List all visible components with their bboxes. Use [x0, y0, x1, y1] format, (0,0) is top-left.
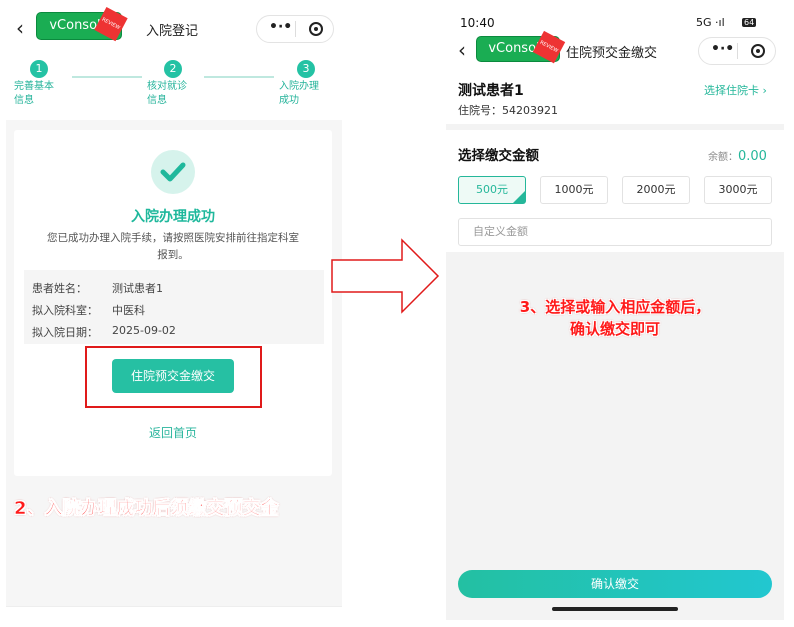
- inpatient-number: 住院号：54203921: [458, 104, 558, 117]
- battery-icon: 64: [742, 18, 757, 27]
- status-time: 10:40: [460, 16, 495, 30]
- vconsole-button[interactable]: vConsole REVIEW: [476, 30, 566, 64]
- confirm-pay-button[interactable]: 确认缴交: [458, 570, 772, 598]
- step-3-circle: 3: [297, 60, 315, 78]
- info-value-dept: 中医科: [112, 304, 145, 317]
- amount-title: 选择缴交金额: [458, 148, 539, 164]
- amount-option-3000[interactable]: 3000元: [704, 176, 772, 204]
- left-nav-bar: ‹ vConsole REVIEW 入院登记 •·•: [6, 0, 342, 58]
- step-3-caption: 3、选择或输入相应金额后， 确认缴交即可: [519, 298, 711, 338]
- step-2-caption: 2、入院办理成功后须缴交预交金: [14, 498, 279, 520]
- page-title: 入院登记: [146, 24, 199, 39]
- target-icon[interactable]: [309, 22, 323, 36]
- step-1-circle: 1: [30, 60, 48, 78]
- return-home-link[interactable]: 返回首页: [14, 424, 332, 441]
- capsule-divider: [737, 43, 738, 59]
- patient-card: 测试患者1 住院号：54203921 选择住院卡 ›: [446, 70, 784, 124]
- page-title: 住院预交金缴交: [566, 46, 658, 61]
- info-row-date: 拟入院日期：: [32, 326, 98, 339]
- info-value-name: 测试患者1: [112, 282, 163, 295]
- selected-check-icon: [513, 191, 525, 203]
- amount-option-1000[interactable]: 1000元: [540, 176, 608, 204]
- success-title: 入院办理成功: [131, 209, 215, 225]
- vconsole-tag: REVIEW: [94, 6, 128, 42]
- right-screen: 10:40 5G ·ıl 64 ‹ vConsole REVIEW 住院预交金缴…: [446, 0, 784, 620]
- success-description: 您已成功办理入院手续，请按照医院安排前往指定科室 报到。: [47, 232, 299, 261]
- result-card: 入院办理成功 您已成功办理入院手续，请按照医院安排前往指定科室 报到。 患者姓名…: [14, 130, 332, 476]
- info-value-date: 2025-09-02: [112, 324, 176, 337]
- mini-program-capsule: •·•: [698, 37, 776, 65]
- capsule-divider: [295, 21, 296, 37]
- admission-info: 患者姓名： 测试患者1 拟入院科室： 中医科 拟入院日期： 2025-09-02: [24, 270, 324, 344]
- left-screen: ‹ vConsole REVIEW 入院登记 •·• 1 2 3 完善基本 信息 …: [6, 0, 342, 627]
- step-connector: [72, 76, 142, 78]
- patient-name: 测试患者1: [458, 83, 524, 99]
- deposit-pay-button[interactable]: 住院预交金缴交: [112, 359, 234, 393]
- step-2-circle: 2: [164, 60, 182, 78]
- home-indicator: [552, 607, 678, 611]
- step-connector: [204, 76, 274, 78]
- arrow-right-icon: [331, 238, 440, 314]
- back-icon[interactable]: ‹: [458, 38, 466, 62]
- vconsole-tag: REVIEW: [533, 30, 566, 64]
- step-1-label: 完善基本 信息: [14, 81, 54, 106]
- right-nav-bar: 10:40 5G ·ıl 64 ‹ vConsole REVIEW 住院预交金缴…: [446, 0, 784, 70]
- amount-option-2000[interactable]: 2000元: [622, 176, 690, 204]
- custom-amount-input[interactable]: 自定义金额: [458, 218, 772, 246]
- progress-steps: 1 2 3 完善基本 信息 核对就诊 信息 入院办理 成功: [6, 58, 342, 120]
- more-dots-icon[interactable]: •·•: [269, 19, 292, 35]
- mini-program-capsule: •·•: [256, 15, 334, 43]
- vconsole-button[interactable]: vConsole REVIEW: [36, 6, 128, 42]
- step-3-label: 入院办理 成功: [279, 81, 319, 106]
- target-icon[interactable]: [751, 44, 765, 58]
- more-dots-icon[interactable]: •·•: [711, 41, 734, 57]
- info-row-name: 患者姓名：: [32, 282, 87, 295]
- bottom-bar: [6, 606, 342, 627]
- select-card-link[interactable]: 选择住院卡 ›: [704, 82, 767, 98]
- amount-section: 选择缴交金额 余额：0.00 500元 1000元 2000元 3000元 自定…: [446, 130, 784, 252]
- status-network: 5G ·ıl: [696, 16, 725, 29]
- info-row-dept: 拟入院科室：: [32, 304, 98, 317]
- amount-option-500[interactable]: 500元: [458, 176, 526, 204]
- back-icon[interactable]: ‹: [16, 16, 24, 40]
- step-2-label: 核对就诊 信息: [147, 81, 187, 106]
- balance: 余额：0.00: [708, 149, 767, 164]
- check-icon: [151, 150, 195, 194]
